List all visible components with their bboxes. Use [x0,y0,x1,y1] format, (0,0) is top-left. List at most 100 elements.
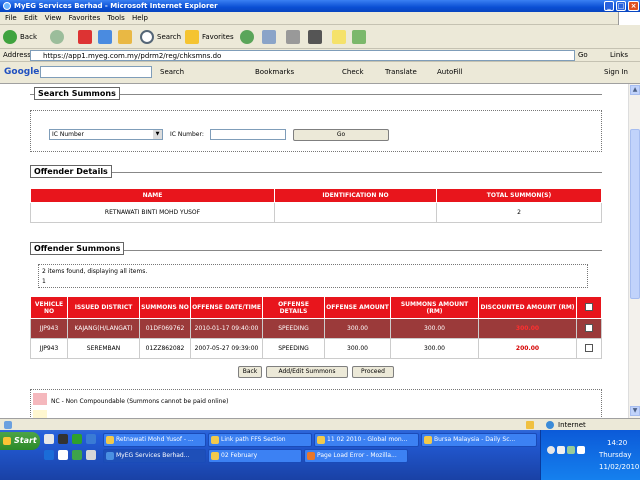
check-button[interactable]: Check [342,67,364,77]
ic-number-label: IC Number: [170,131,204,138]
translate-button[interactable]: Translate [385,67,417,77]
quicklaunch-icon[interactable] [44,434,54,444]
back-button[interactable]: Back [3,28,37,46]
title-bar[interactable]: MyEG Services Berhad - Microsoft Interne… [0,0,640,12]
tray-icon[interactable] [567,446,575,454]
task-button-active[interactable]: MyEG Services Berhad... [103,449,206,463]
task-button[interactable]: 11 02 2010 - Global mon... [314,433,419,447]
row-select-cell [576,318,602,339]
summons-no: 01DF069762 [139,318,191,339]
stop-button[interactable] [78,28,92,46]
quicklaunch-icon[interactable] [86,434,96,444]
edit-button[interactable] [308,28,322,46]
scroll-thumb[interactable] [630,129,640,299]
page-number[interactable]: 1 [42,278,46,285]
tray-icon[interactable] [557,446,565,454]
print-button[interactable] [286,28,300,46]
offender-details-table: NAME IDENTIFICATION NO TOTAL SUMMON(S) R… [30,188,602,223]
quicklaunch-icon[interactable] [58,450,68,460]
task-button[interactable]: Bursa Malaysia - Daily Sc... [421,433,537,447]
discounted-amount: 200.00 [478,338,577,359]
column-header: ISSUED DISTRICT [67,296,140,319]
task-button[interactable]: 02 February [208,449,302,463]
menu-edit[interactable]: Edit [24,12,38,25]
quicklaunch-icon[interactable] [72,434,82,444]
standard-toolbar: Back Search Favorites [0,25,640,49]
menu-help[interactable]: Help [132,12,148,25]
offender-details-legend: Offender Details [30,165,112,178]
column-header: DISCOUNTED AMOUNT (RM) [478,296,577,319]
ic-number-input[interactable] [210,129,286,140]
table-row[interactable]: JJP943 SEREMBAN 01ZZ862082 2007-05-27 09… [30,338,602,359]
system-tray: 14:20 Thursday 11/02/2010 [540,430,640,480]
messenger-button[interactable] [352,28,366,46]
forward-button[interactable] [50,28,64,46]
column-header: OFFENSE AMOUNT [324,296,391,319]
task-button[interactable]: Page Load Error - Mozilla... [304,449,408,463]
row-checkbox[interactable] [585,323,593,332]
maximize-button[interactable]: □ [616,1,626,11]
clock-time[interactable]: 14:20 [607,439,627,447]
menu-tools[interactable]: Tools [107,12,124,25]
select-all-checkbox[interactable] [585,302,593,311]
notes-button[interactable] [332,28,346,46]
add-edit-summons-button[interactable]: Add/Edit Summons [266,366,348,378]
close-button[interactable]: × [628,1,639,11]
search-button[interactable]: Search [140,28,181,46]
legend-box: NC - Non Compoundable (Summons cannot be… [30,389,602,418]
scroll-down-icon[interactable]: ▼ [630,406,640,416]
offense-datetime: 2010-01-17 09:40:00 [190,318,263,339]
refresh-button[interactable] [98,28,112,46]
home-button[interactable] [118,28,132,46]
search-type-select[interactable]: IC Number ▼ [49,129,163,140]
search-go-button[interactable]: Go [293,129,389,141]
sign-in-button[interactable]: Sign In [604,67,628,77]
column-header: SUMMONS AMOUNT (RM) [390,296,479,319]
page-content: Search Summons IC Number ▼ IC Number: Go… [0,84,628,418]
tray-icon[interactable] [547,446,555,454]
summons-amount: 300.00 [390,318,479,339]
vertical-scrollbar[interactable]: ▲ ▼ [628,84,640,418]
favorites-button[interactable]: Favorites [185,28,234,46]
row-checkbox[interactable] [585,343,593,352]
nc-color-swatch [33,393,47,405]
refresh-icon [98,30,112,44]
home-icon [118,30,132,44]
scroll-up-icon[interactable]: ▲ [630,85,640,95]
minimize-button[interactable]: _ [604,1,614,11]
search-icon [140,30,154,44]
menu-view[interactable]: View [45,12,62,25]
clock-date: 11/02/2010 [599,463,640,471]
google-search-button[interactable]: Search [160,67,184,77]
mail-button[interactable] [262,28,276,46]
table-row[interactable]: JJP943 KAJANG(H/LANGAT) 01DF069762 2010-… [30,318,602,339]
menu-favorites[interactable]: Favorites [69,12,101,25]
links-button[interactable]: Links [610,51,628,59]
divider [30,172,602,173]
offense-datetime: 2007-05-27 09:39:00 [190,338,263,359]
column-header: NAME [30,188,275,203]
back-page-button[interactable]: Back [238,366,262,378]
menu-file[interactable]: File [5,12,17,25]
address-input[interactable]: https://app1.myeg.com.my/pdrm2/reg/chksm… [30,50,575,61]
proceed-button[interactable]: Proceed [352,366,394,378]
offense-details: SPEEDING [262,338,325,359]
bookmarks-button[interactable]: Bookmarks [255,67,294,77]
task-button[interactable]: Retnawati Mohd Yusof - ... [103,433,206,447]
print-icon [286,30,300,44]
offender-summons-legend: Offender Summons [30,242,125,255]
note-icon [332,30,346,44]
quicklaunch-icon[interactable] [86,450,96,460]
history-button[interactable] [240,28,254,46]
quicklaunch-icon[interactable] [58,434,68,444]
autofill-button[interactable]: AutoFill [437,67,463,77]
go-button[interactable]: Go [578,51,588,59]
task-button[interactable]: Link path FFS Section [208,433,312,447]
start-button[interactable]: Start [0,432,40,450]
menu-bar: File Edit View Favorites Tools Help [0,12,640,25]
quicklaunch-icon[interactable] [44,450,54,460]
summons-table: VEHICLE NO ISSUED DISTRICT SUMMONS NO OF… [30,296,602,359]
quicklaunch-icon[interactable] [72,450,82,460]
google-search-input[interactable] [40,66,152,78]
volume-icon[interactable] [577,446,585,454]
